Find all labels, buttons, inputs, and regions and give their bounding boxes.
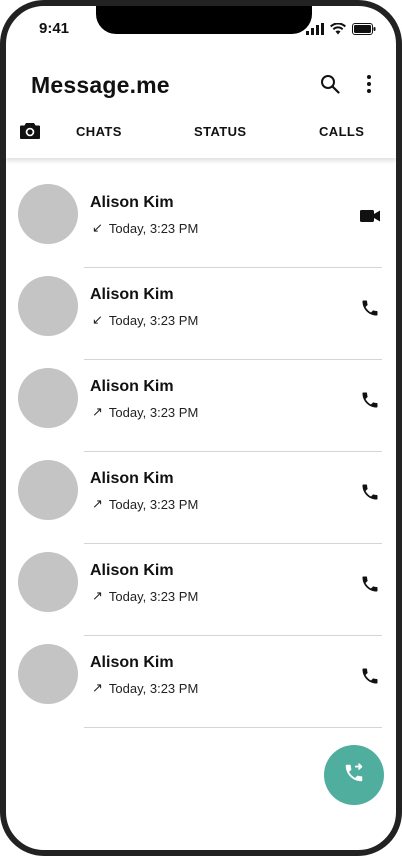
- tab-calls[interactable]: CALLS: [319, 124, 364, 139]
- status-time: 9:41: [39, 20, 70, 37]
- phone-icon[interactable]: [358, 664, 382, 688]
- call-row[interactable]: Alison Kim ↗ Today, 3:23 PM: [6, 544, 396, 636]
- phone-icon[interactable]: [358, 480, 382, 504]
- wifi-icon: [330, 22, 346, 40]
- contact-name: Alison Kim: [90, 378, 174, 395]
- call-meta: ↗ Today, 3:23 PM: [92, 680, 198, 696]
- camera-icon[interactable]: [19, 121, 41, 146]
- video-call-icon[interactable]: [358, 204, 382, 228]
- phone-icon[interactable]: [358, 296, 382, 320]
- call-time: Today, 3:23 PM: [108, 680, 199, 696]
- app-header: Message.me: [6, 62, 396, 110]
- status-icons: [306, 22, 376, 40]
- call-time: Today, 3:23 PM: [108, 588, 199, 604]
- more-vert-icon[interactable]: [366, 74, 372, 99]
- avatar[interactable]: [18, 460, 78, 520]
- call-meta: ↗ Today, 3:23 PM: [92, 404, 198, 420]
- contact-name: Alison Kim: [90, 286, 174, 303]
- outgoing-arrow-icon: ↗: [92, 588, 103, 603]
- contact-name: Alison Kim: [90, 654, 174, 671]
- call-row[interactable]: Alison Kim ↗ Today, 3:23 PM: [6, 636, 396, 728]
- call-time: Today, 3:23 PM: [108, 312, 199, 328]
- tab-status[interactable]: STATUS: [194, 124, 246, 139]
- app-title: Message.me: [31, 72, 170, 98]
- call-row[interactable]: Alison Kim ↙ Today, 3:23 PM: [6, 268, 396, 360]
- avatar[interactable]: [18, 368, 78, 428]
- battery-icon: [352, 22, 376, 40]
- new-call-button[interactable]: [324, 745, 384, 805]
- call-meta: ↙ Today, 3:23 PM: [92, 220, 198, 236]
- contact-name: Alison Kim: [90, 562, 174, 579]
- contact-name: Alison Kim: [90, 194, 174, 211]
- call-meta: ↙ Today, 3:23 PM: [92, 312, 198, 328]
- incoming-arrow-icon: ↙: [92, 220, 103, 235]
- tab-bar: CHATS STATUS CALLS: [6, 114, 396, 158]
- call-time: Today, 3:23 PM: [108, 220, 199, 236]
- contact-name: Alison Kim: [90, 470, 174, 487]
- divider: [84, 727, 382, 728]
- incoming-arrow-icon: ↙: [92, 312, 103, 327]
- avatar[interactable]: [18, 184, 78, 244]
- header-actions: [320, 74, 372, 99]
- outgoing-arrow-icon: ↗: [92, 680, 103, 695]
- phone-icon[interactable]: [358, 572, 382, 596]
- call-meta: ↗ Today, 3:23 PM: [92, 588, 198, 604]
- outgoing-arrow-icon: ↗: [92, 404, 103, 419]
- phone-icon[interactable]: [358, 388, 382, 412]
- avatar[interactable]: [18, 552, 78, 612]
- tab-chats[interactable]: CHATS: [76, 124, 122, 139]
- status-bar: 9:41: [6, 6, 396, 50]
- call-time: Today, 3:23 PM: [108, 404, 199, 420]
- avatar[interactable]: [18, 276, 78, 336]
- call-row[interactable]: Alison Kim ↗ Today, 3:23 PM: [6, 452, 396, 544]
- call-row[interactable]: Alison Kim ↙ Today, 3:23 PM: [6, 176, 396, 268]
- add-call-icon: [343, 762, 365, 789]
- search-icon[interactable]: [320, 74, 340, 99]
- call-meta: ↗ Today, 3:23 PM: [92, 496, 198, 512]
- phone-frame: 9:41 Message.me CHATS STATUS CALLS Aliso…: [0, 0, 402, 856]
- call-time: Today, 3:23 PM: [108, 496, 199, 512]
- call-row[interactable]: Alison Kim ↗ Today, 3:23 PM: [6, 360, 396, 452]
- signal-icon: [306, 22, 324, 40]
- call-list: Alison Kim ↙ Today, 3:23 PM Alison Kim ↙…: [6, 176, 396, 728]
- avatar[interactable]: [18, 644, 78, 704]
- outgoing-arrow-icon: ↗: [92, 496, 103, 511]
